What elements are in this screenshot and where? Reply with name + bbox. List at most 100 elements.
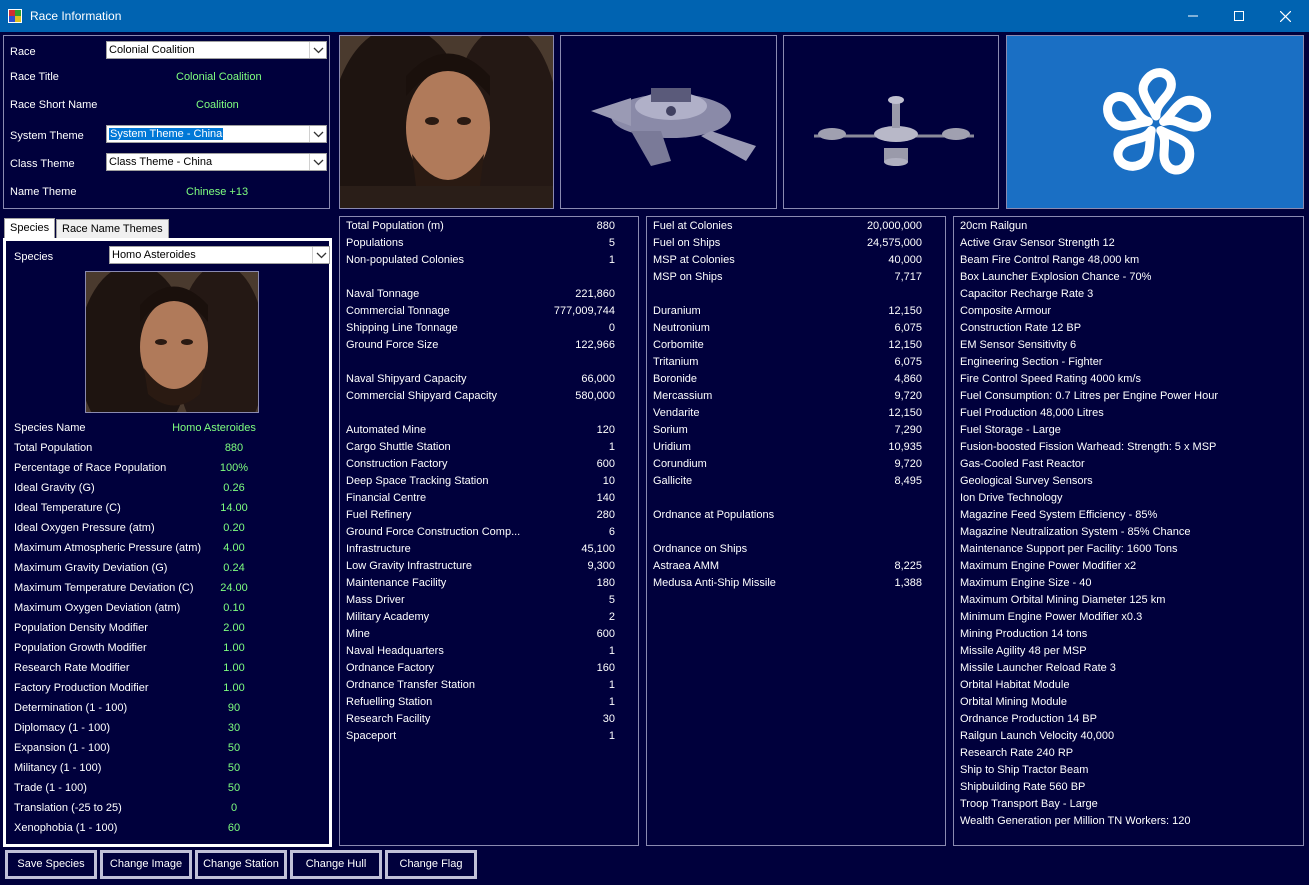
summary-row-label: Commercial Shipyard Capacity [346, 390, 497, 402]
summary-row-value: 10 [602, 475, 615, 487]
resource-row-label: Ordnance at Populations [653, 509, 775, 521]
resource-row: Sorium 7,290 [653, 424, 922, 441]
summary-row-value: 9,300 [587, 560, 615, 572]
close-button[interactable] [1262, 0, 1308, 32]
summary-row-value: 1 [608, 254, 615, 266]
summary-row-label: Infrastructure [346, 543, 411, 555]
summary-row: Refuelling Station 1 [346, 696, 615, 713]
resource-row-label: Vendarite [653, 407, 700, 419]
hull-image[interactable] [783, 35, 999, 209]
summary-row-label: Maintenance Facility [346, 577, 447, 589]
species-attr-value: 2.00 [223, 622, 245, 634]
resource-row: Fuel at Colonies 20,000,000 [653, 220, 922, 237]
resource-row [653, 288, 922, 305]
summary-row-value: 777,009,744 [553, 305, 615, 317]
minimize-button[interactable] [1170, 0, 1216, 32]
race-title-value: Colonial Coalition [176, 71, 262, 83]
summary-row-label: Refuelling Station [346, 696, 433, 708]
class-theme-label: Class Theme [10, 158, 75, 170]
resource-row-value: 12,150 [888, 305, 922, 317]
system-theme-dropdown[interactable]: System Theme - China [106, 125, 327, 143]
resource-row-label: Corundium [653, 458, 707, 470]
resource-row-label: Uridium [653, 441, 691, 453]
summary-row-value: 180 [596, 577, 615, 589]
resources-panel: Fuel at Colonies 20,000,000 Fuel on Ships 2… [646, 216, 946, 846]
summary-row: Mine 600 [346, 628, 615, 645]
change-hull-button[interactable]: Change Hull [290, 850, 382, 879]
save-species-button[interactable]: Save Species [5, 850, 97, 879]
summary-row-label: Mass Driver [346, 594, 405, 606]
resource-row-label: MSP on Ships [653, 271, 723, 283]
resource-row: Fuel on Ships 24,575,000 [653, 237, 922, 254]
app-icon [8, 9, 22, 23]
resource-row: Corbomite 12,150 [653, 339, 922, 356]
change-station-button[interactable]: Change Station [195, 850, 287, 879]
tech-item: Maximum Engine Size - 40 [960, 577, 1092, 589]
resource-row-value: 20,000,000 [866, 220, 922, 232]
species-attr-value: 0.20 [223, 522, 245, 534]
flag-image[interactable] [1006, 35, 1304, 209]
summary-row: Construction Factory 600 [346, 458, 615, 475]
summary-row-value: 2 [608, 611, 615, 623]
chevron-down-icon [309, 126, 326, 142]
species-attr-label: Population Growth Modifier [14, 642, 147, 654]
species-attr-label: Species Name [14, 422, 86, 434]
chevron-down-icon [309, 42, 326, 58]
summary-row-label: Naval Tonnage [346, 288, 420, 300]
species-attr-value: 50 [227, 782, 241, 794]
summary-row: Maintenance Facility 180 [346, 577, 615, 594]
summary-row [346, 356, 615, 373]
species-attr-value: 60 [227, 822, 241, 834]
summary-row-label: Commercial Tonnage [346, 305, 450, 317]
tech-item: EM Sensor Sensitivity 6 [960, 339, 1077, 351]
summary-row-label: Construction Factory [346, 458, 448, 470]
resource-row: Boronide 4,860 [653, 373, 922, 390]
summary-row-value: 6 [608, 526, 615, 538]
summary-row-label: Ordnance Factory [346, 662, 435, 674]
summary-row [346, 407, 615, 424]
summary-row-label: Research Facility [346, 713, 431, 725]
summary-row-value: 1 [608, 679, 615, 691]
resource-row-value: 6,075 [894, 356, 922, 368]
population-summary-panel: Total Population (m) 880 Populations 5 Non-p… [339, 216, 639, 846]
summary-row: Fuel Refinery 280 [346, 509, 615, 526]
resource-row-value: 7,717 [894, 271, 922, 283]
resource-row-value: 6,075 [894, 322, 922, 334]
minimize-icon [1188, 15, 1198, 17]
species-label: Species [14, 251, 54, 263]
summary-row: Mass Driver 5 [346, 594, 615, 611]
summary-row-label: Naval Shipyard Capacity [346, 373, 467, 385]
tab-species[interactable]: Species [4, 218, 56, 239]
change-image-button[interactable]: Change Image [100, 850, 192, 879]
species-attr-label: Factory Production Modifier [14, 682, 149, 694]
species-attr-label: Maximum Temperature Deviation (C) [14, 582, 194, 594]
tech-item: Magazine Neutralization System - 85% Cha… [960, 526, 1191, 538]
species-attr-value: 0.10 [223, 602, 245, 614]
tab-race-name-themes[interactable]: Race Name Themes [56, 219, 169, 239]
tech-item: Maximum Engine Power Modifier x2 [960, 560, 1137, 572]
summary-row-value: 1 [608, 441, 615, 453]
species-attr-value: 1.00 [223, 662, 245, 674]
species-attr-label: Diplomacy (1 - 100) [14, 722, 110, 734]
summary-row: Commercial Shipyard Capacity 580,000 [346, 390, 615, 407]
species-attr-label: Determination (1 - 100) [14, 702, 128, 714]
species-portrait[interactable] [85, 271, 259, 413]
species-dropdown[interactable]: Homo Asteroides [109, 246, 330, 264]
change-flag-button[interactable]: Change Flag [385, 850, 477, 879]
race-portrait[interactable] [339, 35, 554, 209]
station-image[interactable] [560, 35, 777, 209]
summary-row-label: Naval Headquarters [346, 645, 444, 657]
race-dropdown[interactable]: Colonial Coalition [106, 41, 327, 59]
class-theme-dropdown[interactable]: Class Theme - China [106, 153, 327, 171]
tech-item: Construction Rate 12 BP [960, 322, 1082, 334]
resource-row-label: Tritanium [653, 356, 699, 368]
species-attr-value: 880 [224, 442, 244, 454]
resource-row: Uridium 10,935 [653, 441, 922, 458]
summary-row-label: Mine [346, 628, 370, 640]
resource-row-value: 4,860 [894, 373, 922, 385]
resource-row-label: Astraea AMM [653, 560, 720, 572]
resource-row: Tritanium 6,075 [653, 356, 922, 373]
species-attr-value: 0 [230, 802, 238, 814]
resource-row-value: 12,150 [888, 339, 922, 351]
maximize-button[interactable] [1216, 0, 1262, 32]
